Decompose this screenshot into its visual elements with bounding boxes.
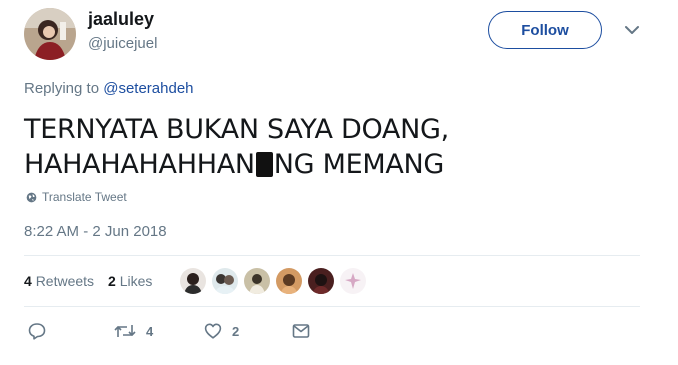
- retweet-icon: [114, 325, 136, 337]
- tweet-line-1: TERNYATA BUKAN SAYA DOANG,: [24, 114, 449, 145]
- tweet-card: jaaluley @juicejuel Follow Replying to @…: [0, 0, 678, 365]
- engagement-stats: 4 Retweets 2 Likes: [24, 273, 152, 289]
- like-count: 2: [232, 323, 240, 339]
- divider: [24, 306, 640, 307]
- tweet-text: TERNYATA BUKAN SAYA DOANG, HAHAHAHAHHAN N…: [24, 112, 644, 182]
- likes-count: 2: [108, 273, 116, 289]
- avatar[interactable]: [24, 8, 76, 60]
- direct-message-button[interactable]: [292, 322, 310, 340]
- redaction-mark: [255, 152, 273, 177]
- liker-avatars: [180, 268, 366, 294]
- reply-button[interactable]: [28, 322, 46, 340]
- likes-label: Likes: [119, 273, 153, 289]
- chevron-down-icon[interactable]: [624, 22, 640, 38]
- liker-avatar[interactable]: [308, 268, 334, 294]
- tweet-line-2: HAHAHAHAHHAN NG MEMANG: [24, 147, 644, 182]
- retweet-count: 4: [146, 323, 154, 339]
- reply-icon: [28, 323, 46, 340]
- liker-avatar[interactable]: [212, 268, 238, 294]
- translate-tweet-link[interactable]: Translate Tweet: [26, 190, 127, 204]
- author-name[interactable]: jaaluley: [88, 9, 154, 30]
- liker-avatar[interactable]: [276, 268, 302, 294]
- likes-stat[interactable]: 2 Likes: [108, 273, 152, 289]
- liker-avatar[interactable]: [340, 268, 366, 294]
- divider: [24, 255, 640, 256]
- reply-prefix: Replying to: [24, 80, 100, 97]
- author-handle[interactable]: @juicejuel: [88, 35, 157, 52]
- tweet-line-2-end: NG MEMANG: [273, 149, 445, 180]
- follow-button[interactable]: Follow: [488, 11, 602, 49]
- retweets-label: Retweets: [35, 273, 95, 289]
- globe-icon: [26, 192, 37, 202]
- retweet-button[interactable]: 4: [114, 322, 153, 340]
- retweets-stat[interactable]: 4 Retweets: [24, 273, 94, 289]
- reply-mention-link[interactable]: @seterahdeh: [103, 80, 193, 97]
- retweets-count: 4: [24, 273, 32, 289]
- timestamp[interactable]: 8:22 AM - 2 Jun 2018: [24, 223, 167, 240]
- heart-icon: [204, 323, 222, 339]
- liker-avatar[interactable]: [180, 268, 206, 294]
- tweet-line-2-start: HAHAHAHAHHAN: [24, 149, 255, 180]
- like-button[interactable]: 2: [204, 322, 239, 340]
- message-icon: [292, 324, 310, 338]
- translate-label: Translate Tweet: [42, 190, 127, 204]
- reply-context: Replying to @seterahdeh: [24, 80, 194, 97]
- liker-avatar[interactable]: [244, 268, 270, 294]
